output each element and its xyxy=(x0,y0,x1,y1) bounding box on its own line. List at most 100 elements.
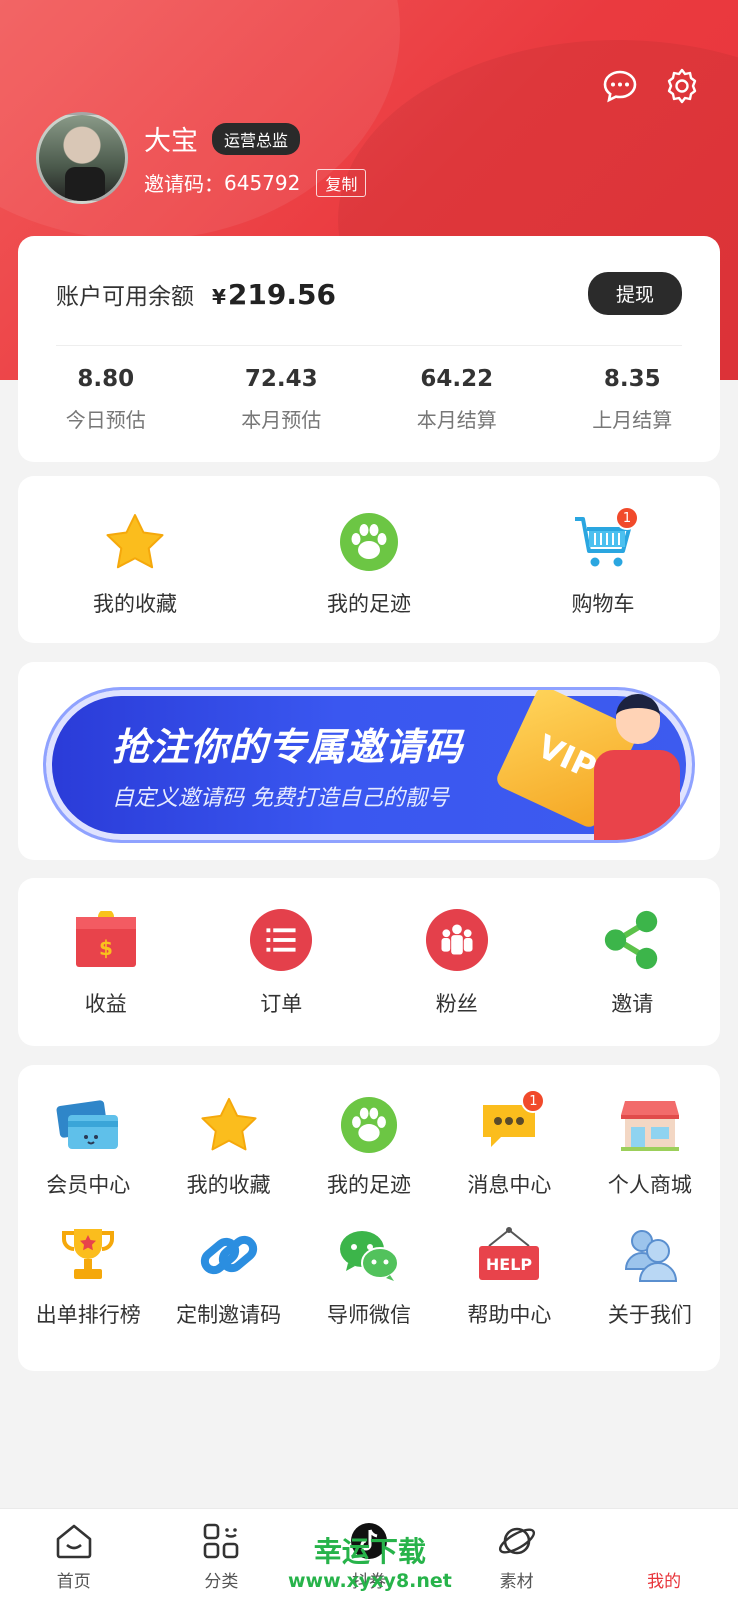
menu-earnings[interactable]: $ 收益 xyxy=(18,878,194,1046)
grid-messages[interactable]: 1 消息中心 xyxy=(439,1089,579,1199)
banner-title: 抢注你的专属邀请码 xyxy=(112,725,464,769)
quick-label: 我的收藏 xyxy=(93,592,177,616)
role-badge: 运营总监 xyxy=(212,122,301,155)
invite-code-label: 邀请码： xyxy=(144,172,224,196)
people-icon xyxy=(624,1230,677,1282)
grid-label: 消息中心 xyxy=(467,1173,552,1197)
red-envelope-icon: $ xyxy=(75,911,136,967)
grid-label: 导师微信 xyxy=(327,1303,412,1327)
stat-value: 72.43 xyxy=(244,366,318,392)
grid-label: 帮助中心 xyxy=(467,1303,552,1327)
earnings-stats: 8.80 今日预估 72.43 本月预估 64.22 本月结算 8.35 上月结… xyxy=(18,346,720,433)
grid-ranking[interactable]: 出单排行榜 xyxy=(18,1223,158,1329)
tab-tiktok-coupon[interactable]: 抖券 xyxy=(295,1509,443,1600)
balance-card: 账户可用余额 ¥219.56 提现 8.80 今日预估 72.43 本月预估 6… xyxy=(18,236,720,462)
star-icon xyxy=(106,514,164,569)
grid-label: 出单排行榜 xyxy=(35,1303,141,1327)
grid-favorites[interactable]: 我的收藏 xyxy=(158,1093,298,1199)
list-icon xyxy=(250,908,313,972)
grid-label: 会员中心 xyxy=(46,1173,131,1197)
balance-value: 219.56 xyxy=(227,277,336,311)
stat-label: 本月结算 xyxy=(416,408,497,432)
tab-label: 抖券 xyxy=(351,1572,386,1592)
invite-code-value: 645792 xyxy=(224,170,301,195)
tab-materials[interactable]: 素材 xyxy=(443,1509,591,1600)
tab-label: 素材 xyxy=(499,1572,534,1592)
bottom-tab-bar: 首页 分类 抖券 素材 我的 xyxy=(0,1508,738,1600)
share-icon xyxy=(605,910,658,970)
tab-label: 我的 xyxy=(647,1572,682,1592)
link-icon xyxy=(200,1235,257,1275)
paw-icon xyxy=(340,1096,398,1154)
copy-button[interactable]: 复制 xyxy=(316,168,367,197)
menu-label: 邀请 xyxy=(611,992,654,1016)
chat-icon[interactable] xyxy=(602,68,638,104)
user-name: 大宝 xyxy=(144,126,198,157)
planet-icon xyxy=(498,1527,535,1555)
card-icon xyxy=(56,1100,119,1149)
banner-subtitle: 自定义邀请码 免费打造自己的靓号 xyxy=(112,786,449,811)
tab-label: 分类 xyxy=(204,1572,239,1592)
tab-mine[interactable]: 我的 xyxy=(590,1509,738,1600)
person-illustration xyxy=(616,694,660,744)
grid-label: 我的足迹 xyxy=(327,1173,412,1197)
fans-icon xyxy=(425,908,488,972)
grid-label: 关于我们 xyxy=(607,1303,692,1327)
avatar[interactable] xyxy=(36,112,128,204)
stat-month-estimate[interactable]: 72.43 本月预估 xyxy=(194,366,370,433)
tab-category[interactable]: 分类 xyxy=(148,1509,296,1600)
home-icon xyxy=(56,1524,92,1559)
grid-member-center[interactable]: 会员中心 xyxy=(18,1093,158,1199)
menu-label: 收益 xyxy=(84,992,127,1016)
menu-fans[interactable]: 粉丝 xyxy=(369,878,545,1046)
promo-banner[interactable]: 抢注你的专属邀请码 自定义邀请码 免费打造自己的靓号 VIP xyxy=(46,690,692,840)
grid-help-center[interactable]: HELP 帮助中心 xyxy=(439,1223,579,1329)
help-icon: HELP xyxy=(479,1227,540,1280)
wechat-icon xyxy=(340,1231,400,1281)
grid-about-us[interactable]: 关于我们 xyxy=(580,1223,720,1329)
quick-footprints[interactable]: 我的足迹 xyxy=(252,476,486,643)
svg-text:HELP: HELP xyxy=(486,1255,533,1274)
menu-label: 订单 xyxy=(260,992,303,1016)
menu-orders[interactable]: 订单 xyxy=(194,878,370,1046)
menu-invite[interactable]: 邀请 xyxy=(545,878,721,1046)
tab-home[interactable]: 首页 xyxy=(0,1509,148,1600)
currency-symbol: ¥ xyxy=(212,284,226,309)
message-badge: 1 xyxy=(521,1089,546,1113)
grid-label: 定制邀请码 xyxy=(176,1303,282,1327)
main-menu-card: $ 收益 订单 粉丝 邀请 xyxy=(18,878,720,1046)
grid-custom-invite-code[interactable]: 定制邀请码 xyxy=(158,1223,298,1329)
quick-cart[interactable]: 1 购物车 xyxy=(486,476,720,643)
quick-links-card: 我的收藏 我的足迹 1 购物车 xyxy=(18,476,720,643)
grid-label: 个人商城 xyxy=(607,1173,692,1197)
star-icon xyxy=(201,1097,257,1151)
quick-label: 购物车 xyxy=(571,592,635,616)
profile-section: 大宝 运营总监 邀请码： 645792 复制 xyxy=(36,112,367,204)
cart-badge: 1 xyxy=(615,506,639,530)
paw-icon xyxy=(340,513,398,571)
trophy-icon xyxy=(62,1229,115,1279)
stat-label: 今日预估 xyxy=(65,408,146,432)
quick-favorites[interactable]: 我的收藏 xyxy=(18,476,252,643)
balance-label: 账户可用余额 xyxy=(56,283,194,310)
grid-personal-shop[interactable]: 个人商城 xyxy=(580,1093,720,1199)
stat-last-month-settled[interactable]: 8.35 上月结算 xyxy=(545,366,721,433)
promo-banner-card[interactable]: 抢注你的专属邀请码 自定义邀请码 免费打造自己的靓号 VIP xyxy=(18,662,720,860)
header-actions xyxy=(602,68,700,104)
stat-today-estimate[interactable]: 8.80 今日预估 xyxy=(18,366,194,433)
services-grid-card: 会员中心 我的收藏 我的足迹 1 消息中心 个人商城 出单排行榜 定制邀请码 导… xyxy=(18,1065,720,1371)
person-illustration xyxy=(594,750,680,840)
stat-value: 8.80 xyxy=(77,366,135,392)
balance-amount: ¥219.56 xyxy=(212,278,336,311)
stat-month-settled[interactable]: 64.22 本月结算 xyxy=(369,366,545,433)
gear-icon[interactable] xyxy=(664,68,700,104)
grid-mentor-wechat[interactable]: 导师微信 xyxy=(299,1223,439,1329)
menu-label: 粉丝 xyxy=(435,992,478,1016)
quick-label: 我的足迹 xyxy=(327,592,411,616)
withdraw-button[interactable]: 提现 xyxy=(587,272,682,315)
shop-icon xyxy=(620,1101,679,1151)
stat-value: 8.35 xyxy=(603,366,661,392)
grid-label: 我的收藏 xyxy=(186,1173,271,1197)
stat-value: 64.22 xyxy=(420,366,494,392)
grid-footprints[interactable]: 我的足迹 xyxy=(299,1093,439,1199)
